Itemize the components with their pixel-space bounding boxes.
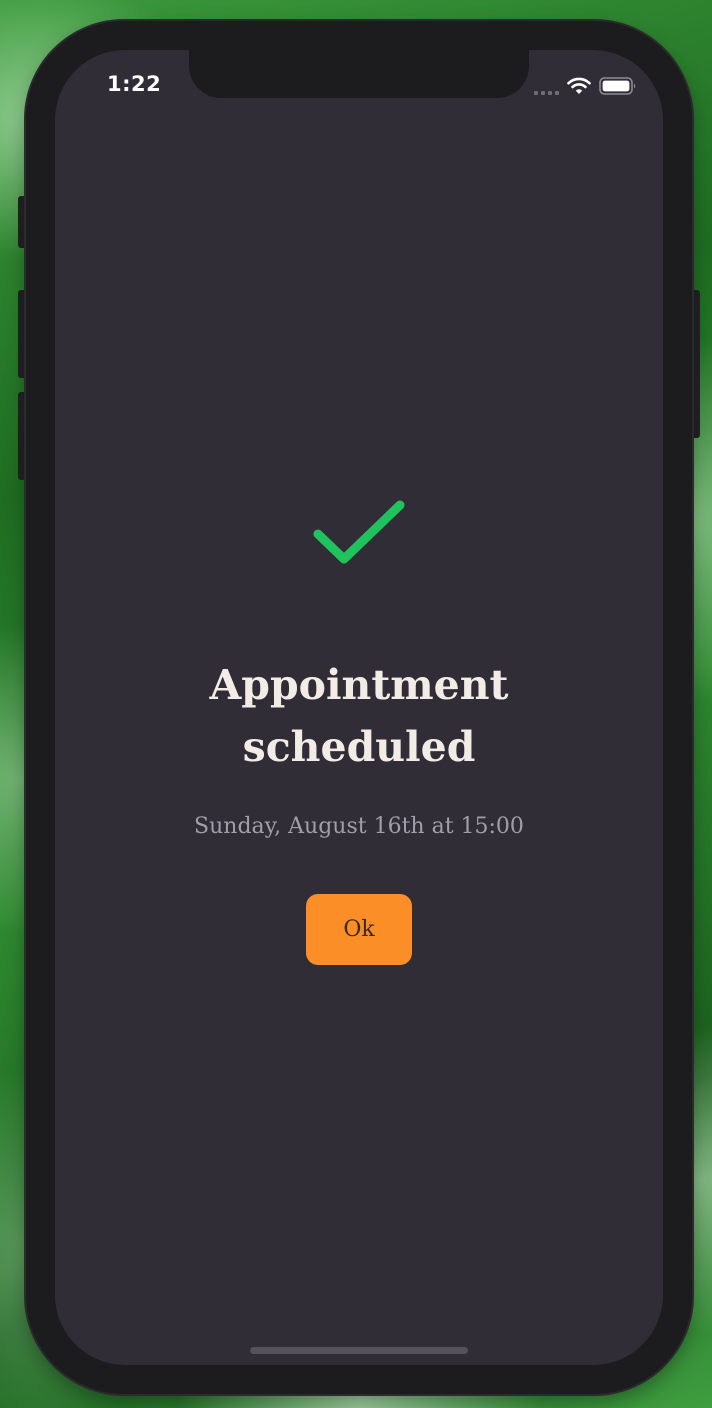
status-time: 1:22 (107, 72, 162, 96)
status-icons (534, 76, 637, 100)
camera-notch (189, 50, 529, 98)
battery-icon (599, 76, 637, 100)
app-screen: 1:22 Appointment scheduled Sunday, Augus… (55, 50, 663, 1365)
appointment-datetime: Sunday, August 16th at 15:00 (194, 814, 524, 839)
title-line-1: Appointment (209, 661, 509, 709)
cellular-signal-icon (534, 81, 559, 95)
home-indicator[interactable] (250, 1347, 468, 1354)
title-line-2: scheduled (242, 723, 476, 771)
checkmark-icon (309, 500, 409, 584)
wifi-icon (567, 77, 591, 99)
confirmation-title: Appointment scheduled (55, 654, 663, 778)
phone-frame: 1:22 Appointment scheduled Sunday, Augus… (26, 21, 692, 1394)
ok-button[interactable]: Ok (306, 894, 412, 965)
